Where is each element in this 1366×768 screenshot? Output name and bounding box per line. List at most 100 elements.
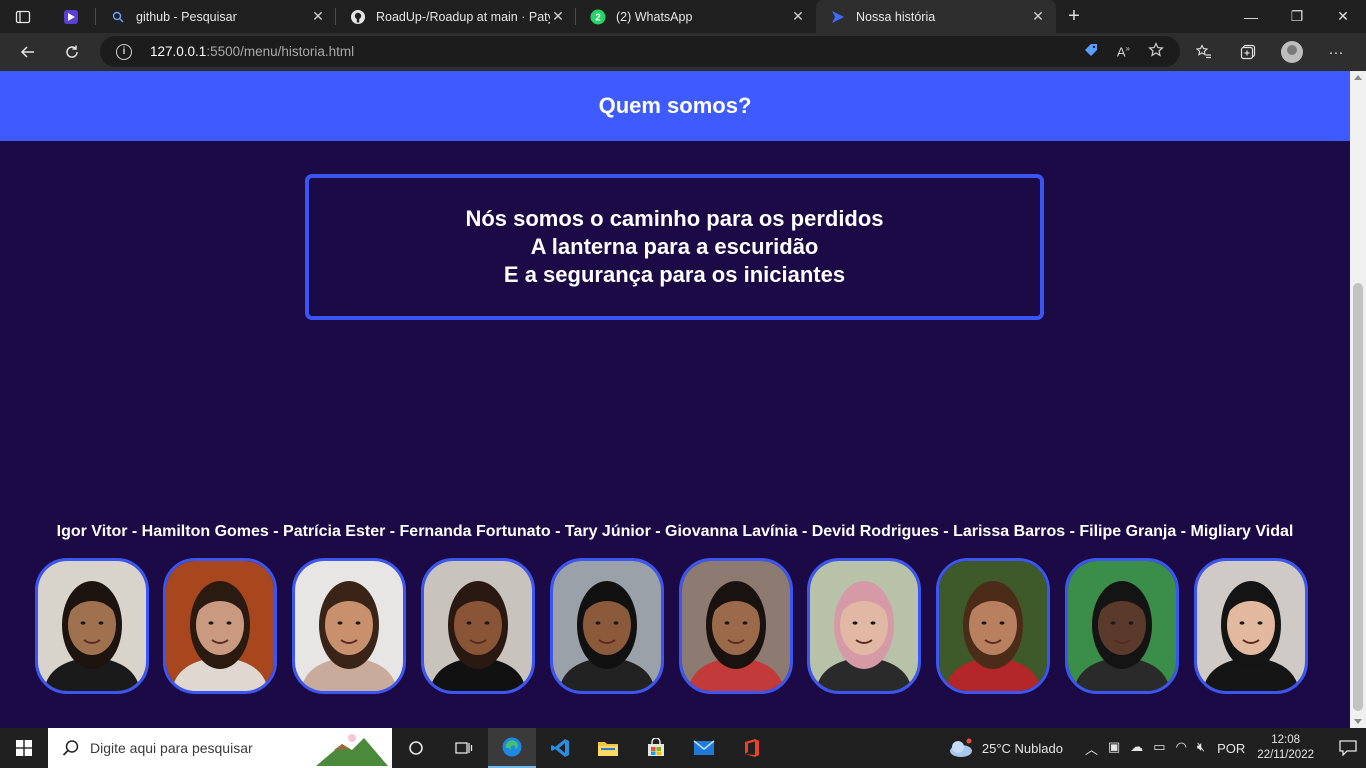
- reload-icon: [66, 45, 78, 58]
- cortana-button[interactable]: [392, 728, 440, 768]
- whatsapp-icon: 2: [590, 9, 606, 25]
- url-host: 127.0.0.1: [150, 44, 207, 59]
- address-bar-actions: A»: [1083, 36, 1164, 67]
- close-tab-icon[interactable]: ✕: [790, 8, 806, 25]
- portrait-image: [424, 561, 532, 691]
- close-window-button[interactable]: ✕: [1320, 0, 1366, 33]
- member-photo: [421, 558, 535, 694]
- portrait-image: [939, 561, 1047, 691]
- tab-nossa-historia[interactable]: Nossa história ✕: [816, 0, 1056, 33]
- motto-line: E a segurança para os iniciantes: [503, 262, 846, 287]
- weather-widget[interactable]: 25°C Nublado: [948, 738, 1063, 758]
- tab-actions-button[interactable]: [0, 0, 46, 33]
- volume-muted-icon[interactable]: 🔇︎: [1197, 739, 1205, 758]
- page-scrollbar[interactable]: [1350, 71, 1366, 728]
- chevron-up-icon[interactable]: ︿: [1085, 739, 1098, 758]
- portrait-image: [166, 561, 274, 691]
- github-icon: [350, 9, 366, 25]
- taskbar-edge[interactable]: [488, 728, 536, 768]
- member-photo: [1065, 558, 1179, 694]
- taskbar-store[interactable]: [632, 728, 680, 768]
- taskbar-office[interactable]: [728, 728, 776, 768]
- edge-icon: [502, 737, 522, 757]
- portrait-image: [38, 561, 146, 691]
- tab-github-search[interactable]: github - Pesquisar ✕: [96, 0, 336, 33]
- member-photo: [1194, 558, 1308, 694]
- tab-title: github - Pesquisar: [136, 9, 237, 24]
- tab-title: (2) WhatsApp: [616, 9, 693, 24]
- close-tab-icon[interactable]: ✕: [550, 8, 566, 25]
- vscode-icon: [551, 739, 569, 757]
- tab-whatsapp[interactable]: 2 (2) WhatsApp ✕: [576, 0, 816, 33]
- settings-more-icon[interactable]: ···: [1314, 44, 1358, 61]
- cloud-icon: [949, 738, 972, 757]
- team-photos: [35, 558, 1315, 694]
- task-view-button[interactable]: [440, 728, 488, 768]
- wifi-icon[interactable]: ◠: [1176, 739, 1187, 758]
- portrait-image: [553, 561, 661, 691]
- tab-title: Nossa história: [856, 9, 936, 24]
- member-photo: [292, 558, 406, 694]
- language-indicator[interactable]: POR: [1217, 741, 1245, 756]
- windows-taskbar: Digite aqui para pesquisar 25°C Nublado …: [0, 728, 1366, 768]
- member-photo: [35, 558, 149, 694]
- notification-icon: [1339, 740, 1357, 756]
- taskbar-clock[interactable]: 12:08 22/11/2022: [1257, 733, 1314, 763]
- profile-avatar[interactable]: [1281, 41, 1303, 63]
- member-photo: [550, 558, 664, 694]
- add-favorite-icon[interactable]: [1148, 42, 1164, 61]
- task-view-icon: [455, 742, 473, 754]
- url-path: :5500/menu/historia.html: [206, 44, 355, 59]
- search-icon: [62, 740, 79, 756]
- new-tab-button[interactable]: +: [1056, 0, 1092, 33]
- svg-text:2: 2: [595, 12, 601, 23]
- collections-icon[interactable]: [1226, 44, 1270, 60]
- portrait-image: [810, 561, 918, 691]
- scroll-thumb[interactable]: [1353, 283, 1363, 711]
- address-bar[interactable]: i 127.0.0.1:5500/menu/historia.html A»: [100, 36, 1180, 67]
- browser-toolbar-right: ···: [1182, 33, 1358, 71]
- taskbar-mail[interactable]: [680, 728, 728, 768]
- mail-icon: [693, 740, 715, 755]
- motto-line: A lanterna para a escuridão: [530, 234, 819, 259]
- page-title: Quem somos?: [598, 93, 752, 118]
- tab-title: RoadUp-/Roadup at main · Patyh: [376, 9, 550, 24]
- taskbar-search[interactable]: Digite aqui para pesquisar: [48, 728, 392, 768]
- notifications-button[interactable]: [1330, 728, 1366, 768]
- clock-date: 22/11/2022: [1257, 749, 1314, 761]
- tab-roadup-repo[interactable]: RoadUp-/Roadup at main · Patyh ✕: [336, 0, 576, 33]
- cortana-icon: [409, 741, 423, 755]
- search-icon: [110, 9, 126, 25]
- store-icon: [648, 738, 664, 756]
- page-header: Quem somos?: [0, 71, 1350, 141]
- start-button[interactable]: [0, 728, 48, 768]
- taskbar-vscode[interactable]: [536, 728, 584, 768]
- browser-tab-bar: github - Pesquisar ✕ RoadUp-/Roadup at m…: [0, 0, 1366, 33]
- site-info-icon[interactable]: i: [116, 43, 132, 60]
- close-tab-icon[interactable]: ✕: [310, 8, 326, 25]
- tab-pinned-app[interactable]: [46, 0, 96, 33]
- meet-now-icon[interactable]: ▣: [1108, 739, 1120, 758]
- reload-button[interactable]: [50, 33, 94, 71]
- minimize-button[interactable]: —: [1228, 0, 1274, 33]
- close-tab-icon[interactable]: ✕: [1030, 8, 1046, 25]
- price-tag-icon[interactable]: [1083, 42, 1099, 61]
- favorites-icon[interactable]: [1182, 44, 1226, 60]
- tab-actions-icon: [15, 10, 31, 23]
- search-highlight-icon: [316, 734, 388, 766]
- network-icon[interactable]: ☁: [1130, 739, 1143, 758]
- page-content: Quem somos? Nós somos o caminho para os …: [0, 71, 1350, 728]
- member-photo: [807, 558, 921, 694]
- taskbar-file-explorer[interactable]: [584, 728, 632, 768]
- scroll-up-icon[interactable]: [1354, 75, 1362, 80]
- battery-icon[interactable]: ▭: [1153, 739, 1165, 758]
- clock-time: 12:08: [1271, 734, 1301, 746]
- member-photo: [679, 558, 793, 694]
- scroll-down-icon[interactable]: [1354, 719, 1362, 724]
- read-aloud-icon[interactable]: A»: [1117, 44, 1130, 59]
- motto-line: Nós somos o caminho para os perdidos: [465, 206, 884, 231]
- back-button[interactable]: [6, 33, 50, 71]
- motto-box: Nós somos o caminho para os perdidos A l…: [305, 174, 1044, 320]
- restore-button[interactable]: ❐: [1274, 0, 1320, 33]
- portrait-image: [295, 561, 403, 691]
